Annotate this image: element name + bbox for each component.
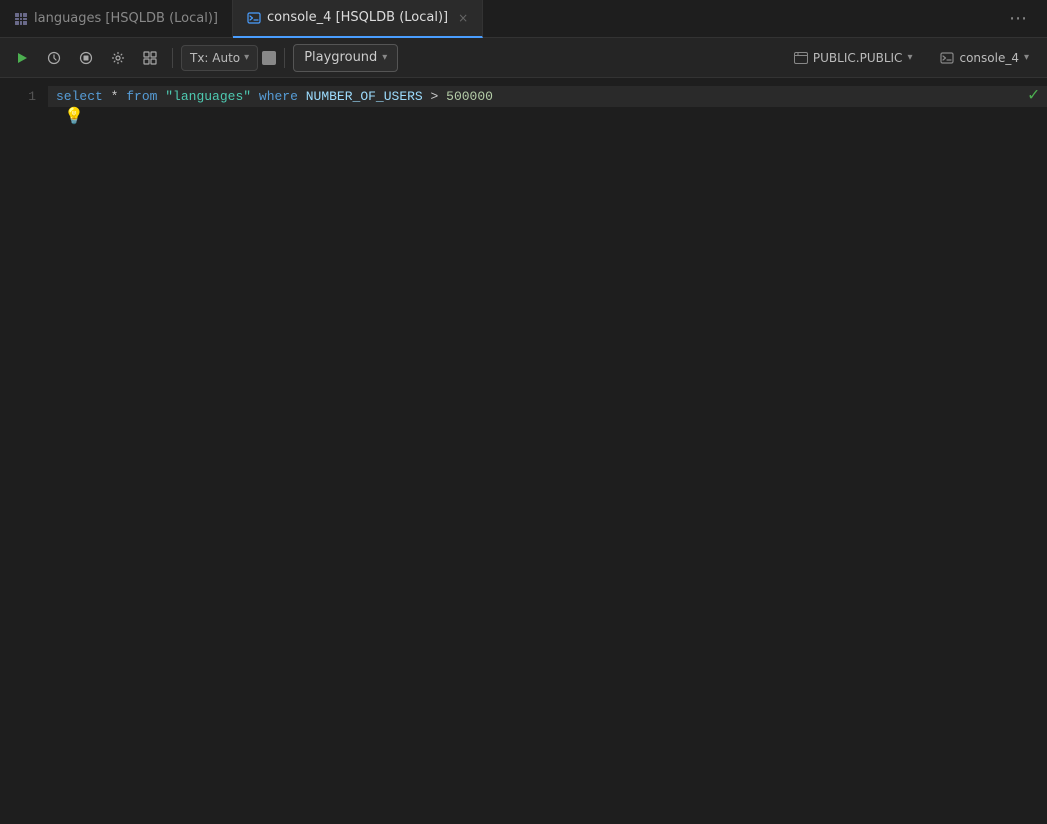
schema-icon — [794, 52, 808, 64]
tab-languages[interactable]: languages [HSQLDB (Local)] — [0, 0, 233, 38]
schema-chevron-icon: ▾ — [907, 52, 912, 63]
stop-indicator[interactable] — [262, 51, 276, 65]
check-icon: ✓ — [1028, 86, 1039, 107]
space-3 — [298, 86, 306, 107]
playground-chevron-icon: ▾ — [382, 52, 387, 63]
separator-1 — [172, 48, 173, 68]
op-star: * — [103, 86, 126, 107]
history-icon — [47, 51, 61, 65]
console-label: console_4 — [959, 51, 1019, 65]
space-1 — [157, 86, 165, 107]
separator-2 — [284, 48, 285, 68]
toolbar-right: PUBLIC.PUBLIC ▾ console_4 ▾ — [784, 48, 1039, 68]
console-selector[interactable]: console_4 ▾ — [930, 48, 1039, 68]
code-line-1: select * from "languages" where NUMBER_O… — [48, 86, 1047, 107]
stop-icon — [79, 51, 93, 65]
line-number-1: 1 — [0, 86, 48, 107]
tab-console4[interactable]: console_4 [HSQLDB (Local)] × — [233, 0, 483, 38]
op-gt: > — [423, 86, 446, 107]
grid-icon — [143, 51, 157, 65]
tab-languages-label: languages [HSQLDB (Local)] — [34, 11, 218, 26]
tx-chevron-icon: ▾ — [244, 52, 249, 63]
tab-bar: languages [HSQLDB (Local)] console_4 [HS… — [0, 0, 1047, 38]
tab-bar-right: ⋯ — [1001, 8, 1047, 29]
run-icon — [15, 51, 29, 65]
kw-from: from — [126, 86, 157, 107]
run-button[interactable] — [8, 44, 36, 72]
line-numbers: 1 — [0, 78, 48, 824]
grid-button[interactable] — [136, 44, 164, 72]
schema-selector[interactable]: PUBLIC.PUBLIC ▾ — [784, 48, 923, 68]
space-2 — [251, 86, 259, 107]
code-line-2: 💡 — [48, 107, 1047, 128]
tab-close-icon[interactable]: × — [458, 12, 468, 24]
schema-label: PUBLIC.PUBLIC — [813, 51, 903, 65]
col-name: NUMBER_OF_USERS — [306, 86, 423, 107]
console-selector-icon — [940, 51, 954, 65]
console-chevron-icon: ▾ — [1024, 52, 1029, 63]
hint-icon: 💡 — [56, 103, 92, 132]
table-name: "languages" — [165, 86, 251, 107]
tx-label: Tx: Auto — [190, 51, 240, 65]
db-icon — [14, 12, 28, 26]
playground-dropdown[interactable]: Playground ▾ — [293, 44, 398, 72]
num-value: 500000 — [446, 86, 493, 107]
settings-button[interactable] — [104, 44, 132, 72]
console-icon — [247, 11, 261, 25]
editor-content[interactable]: select * from "languages" where NUMBER_O… — [48, 78, 1047, 824]
history-button[interactable] — [40, 44, 68, 72]
kw-where: where — [259, 86, 298, 107]
settings-icon — [111, 51, 125, 65]
more-options-icon[interactable]: ⋯ — [1001, 4, 1035, 33]
tx-dropdown[interactable]: Tx: Auto ▾ — [181, 45, 258, 71]
editor-container: 1 select * from "languages" where NUMBER… — [0, 78, 1047, 824]
toolbar: Tx: Auto ▾ Playground ▾ PUBLIC.PUBLIC ▾ — [0, 38, 1047, 78]
stop-button[interactable] — [72, 44, 100, 72]
playground-label: Playground — [304, 50, 377, 65]
tab-console4-label: console_4 [HSQLDB (Local)] — [267, 10, 448, 25]
